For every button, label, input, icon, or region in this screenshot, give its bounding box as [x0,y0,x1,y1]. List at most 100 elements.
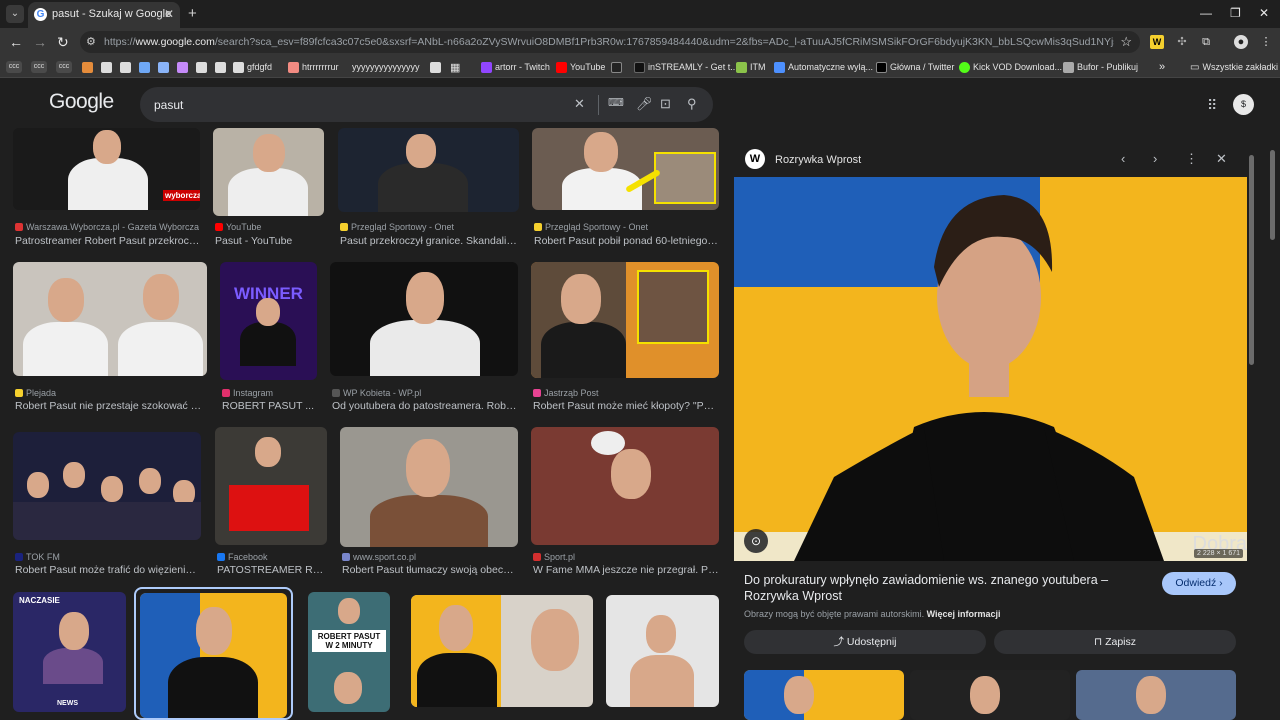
address-bar[interactable]: ⚙ https://www.google.com/search?sca_esv=… [80,31,1140,53]
next-image-icon[interactable]: › [1153,151,1157,166]
bookmark-star-icon[interactable]: ☆ [1120,34,1132,50]
bookmark-icon[interactable] [101,60,112,74]
bookmark-twitch[interactable]: artorr - Twitch [481,60,550,74]
bookmark-icon[interactable] [430,60,441,74]
result-thumbnail[interactable]: ROBERT PASUT W 2 MINUTY [308,592,390,712]
related-image-3[interactable] [1076,670,1236,720]
page-scrollbar[interactable] [1270,150,1275,240]
save-button[interactable]: ⊓ Zapisz [994,630,1236,654]
profile-icon[interactable]: ● [1234,35,1248,49]
result-caption[interactable]: Od youtubera do patostreamera. Rober... [332,400,518,412]
panel-source[interactable]: Rozrywka Wprost [775,154,861,166]
extensions-puzzle-icon[interactable]: ⧉ [1199,35,1213,49]
bookmark-instreamly[interactable]: inSTREAMLY - Get t... [634,60,738,74]
related-image-2[interactable] [910,670,1070,720]
lens-search-icon[interactable]: ⊙ [744,529,768,553]
account-avatar[interactable]: $ [1233,94,1254,115]
forward-icon[interactable]: → [33,34,47,50]
result-thumbnail[interactable] [411,595,593,707]
result-caption[interactable]: Pasut - YouTube [215,235,325,247]
apps-grid-bookmark-icon[interactable]: ▦ [450,60,460,74]
bookmark-yyy[interactable]: yyyyyyyyyyyyyyy [352,60,420,74]
bookmark-icon[interactable] [611,60,622,74]
bookmark-icon[interactable] [139,60,150,74]
menu-kebab-icon[interactable]: ⋮ [1259,35,1273,49]
more-options-icon[interactable]: ⋮ [1185,151,1198,167]
tab-search-icon[interactable]: ⌄ [6,5,24,23]
bookmark-auto[interactable]: Automatyczne wylą... [774,60,873,74]
google-logo[interactable]: Google [49,90,114,114]
all-bookmarks-folder[interactable]: ▭ Wszystkie zakładki [1190,60,1278,74]
new-tab-icon[interactable]: + [188,5,197,22]
bookmark-gfdgfd[interactable]: gfdgfd [233,60,272,74]
result-thumbnail[interactable]: NACZASIE NEWS [13,592,126,712]
clear-search-icon[interactable]: ✕ [574,96,585,112]
browser-tab[interactable]: G pasut - Szukaj w Google ✕ [28,2,180,28]
result-thumbnail[interactable] [606,595,719,707]
result-caption[interactable]: ROBERT PASUT ... [222,400,318,412]
result-thumbnail[interactable] [531,262,719,378]
back-icon[interactable]: ← [9,34,23,50]
search-input[interactable]: pasut [154,98,183,112]
restore-icon[interactable]: ❐ [1230,6,1241,20]
result-caption[interactable]: Robert Pasut nie przestaje szokować w si… [15,400,205,412]
bookmark-ccc-2[interactable]: ccc [31,60,47,74]
result-caption[interactable]: W Fame MMA jeszcze nie przegrał. Pas... [533,564,719,576]
result-thumbnail[interactable] [13,432,201,540]
bookmark-icon[interactable] [196,60,207,74]
related-image-1[interactable] [744,670,904,720]
close-panel-icon[interactable]: ✕ [1216,151,1227,167]
more-info-link[interactable]: Więcej informacji [927,609,1001,619]
result-caption[interactable]: Robert Pasut może trafić do więzienia. .… [15,564,201,576]
bookmark-ccc-3[interactable]: ccc [56,60,72,74]
result-thumbnail[interactable] [140,593,287,718]
result-caption[interactable]: Pasut przekroczył granice. Skandalicz... [340,235,520,247]
search-icon[interactable]: ⚲ [687,96,697,112]
bookmark-icon[interactable] [177,60,188,74]
minimize-icon[interactable]: — [1200,6,1212,20]
panel-scrollbar[interactable] [1249,155,1254,365]
visit-button[interactable]: Odwiedź › [1162,572,1236,595]
more-bookmarks-icon[interactable]: » [1159,60,1165,74]
result-thumbnail[interactable]: WINNER [220,262,317,380]
bookmark-icon[interactable] [158,60,169,74]
extension-icon[interactable]: ✣ [1175,35,1189,49]
result-caption[interactable]: Robert Pasut tłumaczy swoją obecnoś... [342,564,518,576]
lens-icon[interactable]: ⊡ [660,96,671,112]
bookmark-bufor[interactable]: Bufor - Publikuj [1063,60,1138,74]
url-text[interactable]: https://www.google.com/search?sca_esv=f8… [104,36,1114,48]
close-window-icon[interactable]: ✕ [1259,6,1269,20]
result-caption[interactable]: Robert Pasut pobił ponad 60-letniego U..… [534,235,719,247]
keyboard-icon[interactable]: ⌨ [608,96,624,109]
result-14-selected[interactable] [134,587,293,720]
bookmark-youtube[interactable]: YouTube [556,60,605,74]
preview-title[interactable]: Do prokuratury wpłynęło zawiadomienie ws… [744,572,1124,604]
bookmark-ccc-1[interactable]: ccc [6,60,22,74]
result-thumbnail[interactable] [531,427,719,545]
share-button[interactable]: ⤴ Udostępnij [744,630,986,654]
result-thumbnail[interactable] [215,427,327,545]
result-thumbnail[interactable] [532,128,719,210]
bookmark-twitter[interactable]: Główna / Twitter [876,60,954,74]
result-thumbnail[interactable] [330,262,518,376]
site-info-icon[interactable]: ⚙ [86,35,96,48]
bookmark-icon[interactable] [215,60,226,74]
result-thumbnail[interactable]: wyborcza [13,128,200,210]
google-apps-icon[interactable]: ⠿ [1207,97,1217,114]
result-caption[interactable]: Patrostreamer Robert Pasut przekroczy... [15,235,200,247]
extension-w-icon[interactable]: W [1150,35,1164,49]
search-box[interactable]: pasut ✕ ⌨ 🎤︎ ⊡ ⚲ [140,87,713,122]
reload-icon[interactable]: ↻ [57,34,69,51]
result-caption[interactable]: Robert Pasut może mieć kłopoty? "Pobi... [533,400,719,412]
bookmark-kick[interactable]: Kick VOD Download... [959,60,1062,74]
result-thumbnail[interactable] [338,128,519,212]
result-thumbnail[interactable] [340,427,518,547]
preview-image[interactable]: Dobra [734,177,1247,561]
bookmark-itm[interactable]: ITM [736,60,766,74]
result-caption[interactable]: PATOSTREAMER RO... [217,564,327,576]
voice-search-icon[interactable]: 🎤︎ [636,96,653,112]
bookmark-icon[interactable] [82,60,93,74]
close-tab-icon[interactable]: ✕ [164,7,174,21]
previous-image-icon[interactable]: ‹ [1121,151,1125,166]
result-thumbnail[interactable] [13,262,207,376]
